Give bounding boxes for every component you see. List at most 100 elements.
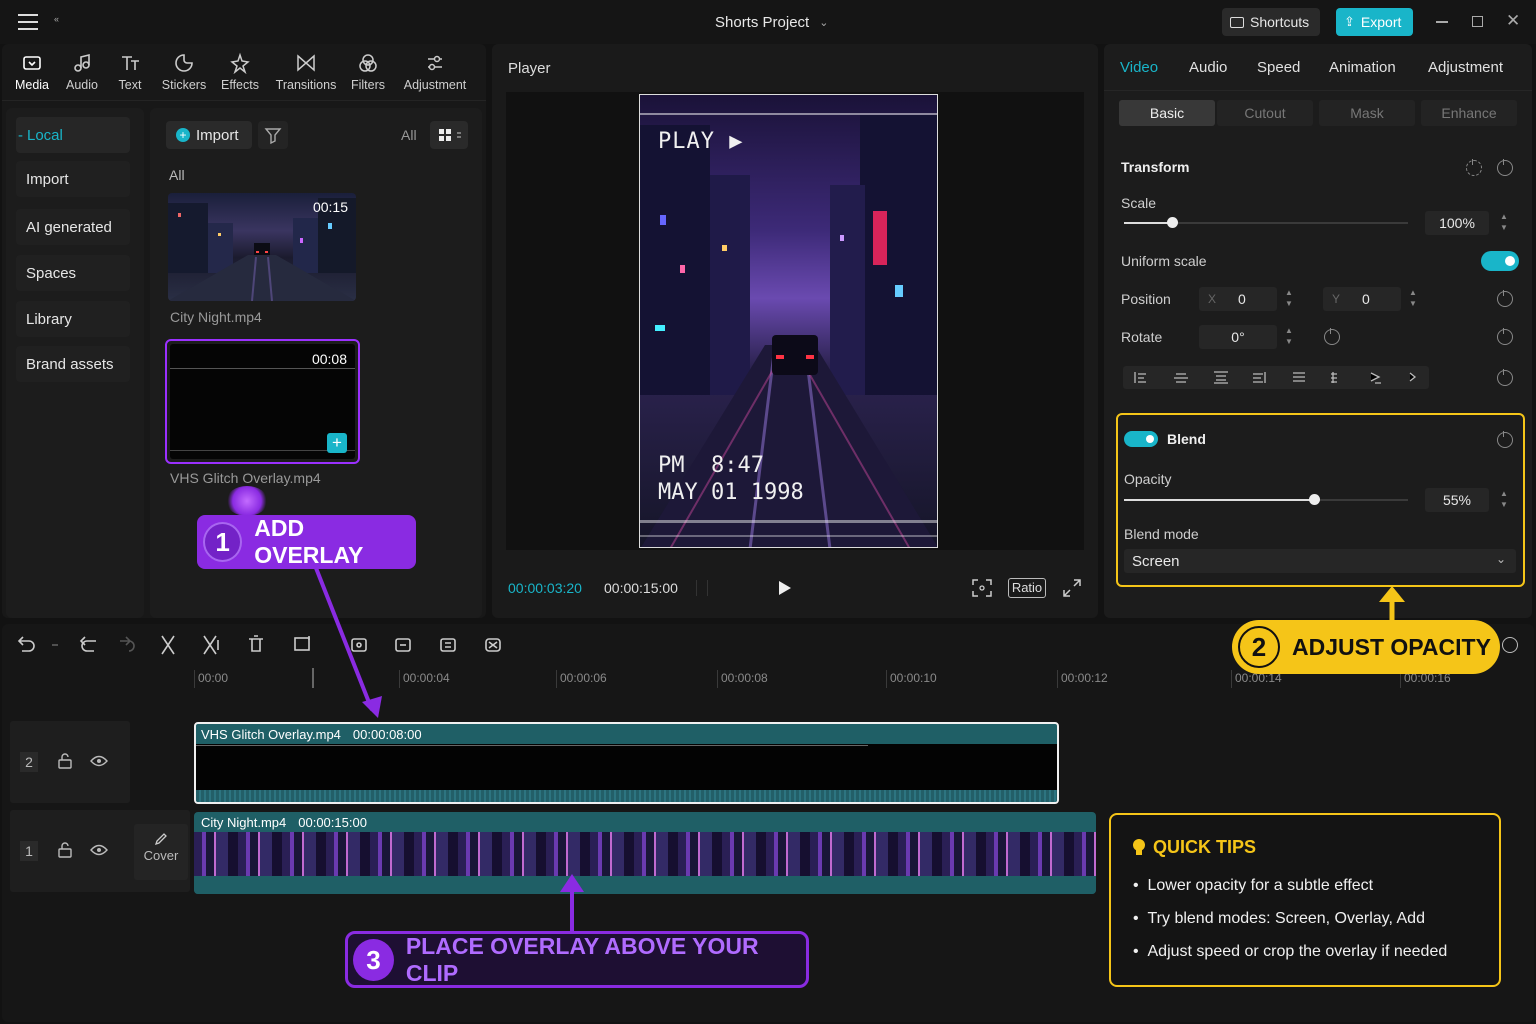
transform-icon[interactable] xyxy=(485,638,501,652)
section-label: All xyxy=(169,167,185,183)
import-button[interactable]: + Import xyxy=(166,121,252,149)
sidebar-item-local[interactable]: - Local xyxy=(16,117,130,153)
ruler-tick: 00:00:06 xyxy=(556,670,607,688)
redo-icon[interactable] xyxy=(79,636,96,652)
split-icon[interactable] xyxy=(161,635,175,655)
reset-icon[interactable] xyxy=(1497,431,1513,448)
export-button[interactable]: ⇪ Export xyxy=(1336,8,1413,36)
tab-speed[interactable]: Speed xyxy=(1257,59,1300,76)
opacity-stepper[interactable]: ▲ ▼ xyxy=(1497,488,1511,512)
shortcuts-button[interactable]: Shortcuts xyxy=(1222,8,1320,36)
maximize-icon[interactable] xyxy=(1472,16,1483,27)
clip-header: City Night.mp4 00:00:15:00 xyxy=(201,815,367,830)
filter-all-label[interactable]: All xyxy=(401,127,417,143)
scale-stepper[interactable]: ▲ ▼ xyxy=(1497,211,1511,235)
slider-knob[interactable] xyxy=(1167,217,1179,228)
uniform-scale-toggle[interactable] xyxy=(1481,251,1519,271)
tool-text[interactable]: Text xyxy=(100,52,160,92)
opacity-slider[interactable] xyxy=(1124,494,1408,506)
align-icons[interactable] xyxy=(1123,366,1429,389)
tool-bar: Media Audio Text Stickers Effects Transi… xyxy=(2,52,486,96)
forward-icon[interactable] xyxy=(120,636,135,652)
media-clip-city-night[interactable]: 00:15 xyxy=(168,193,356,301)
blend-mode-label: Blend mode xyxy=(1124,526,1199,542)
position-x-stepper[interactable]: ▲ ▼ xyxy=(1282,287,1296,311)
scale-value: 100% xyxy=(1439,215,1475,231)
position-y-stepper[interactable]: ▲ ▼ xyxy=(1406,287,1420,311)
fit-screen-button[interactable] xyxy=(972,579,992,597)
ratio-button[interactable]: Ratio xyxy=(1008,578,1046,598)
subtab-cutout[interactable]: Cutout xyxy=(1217,100,1313,126)
blend-toggle[interactable] xyxy=(1124,431,1158,447)
rotate-stepper[interactable]: ▲ ▼ xyxy=(1282,325,1296,349)
tab-animation[interactable]: Animation xyxy=(1329,59,1396,76)
split-right-icon[interactable] xyxy=(203,635,219,655)
rotate-field[interactable]: 0° xyxy=(1199,325,1277,349)
tool-stickers[interactable]: Stickers xyxy=(154,52,214,92)
keyframe-icon[interactable] xyxy=(1466,159,1482,176)
play-button[interactable] xyxy=(778,580,792,596)
subtab-mask[interactable]: Mask xyxy=(1319,100,1415,126)
zoom-fit-icon[interactable] xyxy=(1502,637,1518,653)
minimize-icon[interactable] xyxy=(1436,21,1448,23)
sidebar-item-library[interactable]: Library xyxy=(16,301,130,337)
rotate-dial-icon[interactable] xyxy=(1324,328,1340,345)
sidebar-item-import[interactable]: Import xyxy=(16,161,130,197)
reset-icon[interactable] xyxy=(1497,369,1513,386)
chevron-down-icon: ⌄ xyxy=(819,17,829,29)
reset-icon[interactable] xyxy=(1497,290,1513,307)
tool-label: Transitions xyxy=(275,78,337,92)
blend-mode-select[interactable]: Screen ⌄ xyxy=(1124,549,1516,573)
bullet-icon: • xyxy=(1133,877,1148,894)
tool-filters[interactable]: Filters xyxy=(338,52,398,92)
view-toggle-button[interactable] xyxy=(430,121,468,149)
subtab-basic[interactable]: Basic xyxy=(1119,100,1215,126)
lock-icon[interactable] xyxy=(58,753,72,769)
sidebar-item-label: Import xyxy=(26,170,69,188)
reset-icon[interactable] xyxy=(1497,159,1513,176)
current-time: 00:00:03:20 xyxy=(508,580,582,596)
tool-adjustment[interactable]: Adjustment xyxy=(402,52,468,92)
vhs-thumbnail: 00:08 + xyxy=(170,344,355,459)
opacity-value-field[interactable]: 55% xyxy=(1425,488,1489,512)
tab-audio[interactable]: Audio xyxy=(1189,59,1227,76)
fullscreen-button[interactable] xyxy=(1063,579,1081,597)
reset-icon[interactable] xyxy=(1497,328,1513,345)
position-x-field[interactable]: X 0 xyxy=(1199,287,1277,311)
scale-slider[interactable] xyxy=(1124,217,1408,229)
chevron-icon[interactable]: « xyxy=(54,14,59,24)
scale-value-field[interactable]: 100% xyxy=(1425,211,1489,235)
add-to-timeline-button[interactable]: + xyxy=(327,433,347,453)
tool-transitions[interactable]: Transitions xyxy=(274,52,338,92)
tab-adjustment[interactable]: Adjustment xyxy=(1428,59,1503,76)
slider-knob[interactable] xyxy=(1309,494,1321,505)
cover-button[interactable]: Cover xyxy=(134,824,188,880)
align-bar xyxy=(1123,366,1429,389)
menu-icon[interactable] xyxy=(18,14,38,30)
timecode-divider-icon xyxy=(696,580,708,596)
mirror-icon[interactable] xyxy=(440,638,456,652)
tab-video[interactable]: Video xyxy=(1120,59,1158,76)
undo-icon[interactable] xyxy=(17,636,35,652)
audio-icon xyxy=(74,53,90,72)
timeline-clip-vhs-overlay[interactable]: VHS Glitch Overlay.mp4 00:00:08:00 xyxy=(194,722,1059,804)
toggle-knob xyxy=(1146,435,1154,443)
filter-button[interactable] xyxy=(258,121,288,149)
media-clip-vhs-glitch[interactable]: 00:08 + xyxy=(165,339,360,464)
position-y-field[interactable]: Y 0 xyxy=(1323,287,1401,311)
tool-effects[interactable]: Effects xyxy=(210,52,270,92)
lock-icon[interactable] xyxy=(58,842,72,858)
position-x-value: 0 xyxy=(1238,291,1246,307)
sidebar-item-spaces[interactable]: Spaces xyxy=(16,255,130,291)
project-title[interactable]: Shorts Project ⌄ xyxy=(715,14,828,32)
focus-frame-icon xyxy=(972,579,992,597)
eye-icon[interactable] xyxy=(90,755,108,767)
sidebar-item-brand-assets[interactable]: Brand assets xyxy=(16,346,130,382)
sidebar-item-ai-generated[interactable]: AI generated xyxy=(16,209,130,245)
eye-icon[interactable] xyxy=(90,844,108,856)
close-icon[interactable]: ✕ xyxy=(1506,11,1520,31)
delete-icon[interactable] xyxy=(249,635,263,652)
subtab-enhance[interactable]: Enhance xyxy=(1421,100,1517,126)
timeline-clip-city-night[interactable]: City Night.mp4 00:00:15:00 xyxy=(194,812,1096,894)
tip-text: Try blend modes: Screen, Overlay, Add xyxy=(1147,910,1425,927)
